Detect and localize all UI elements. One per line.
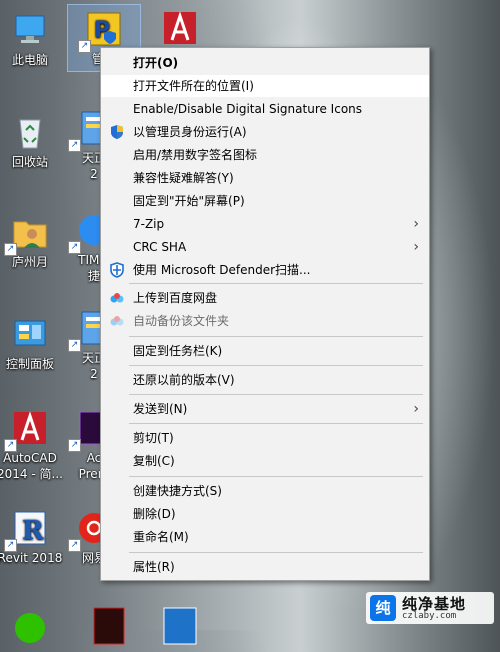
menu-item-create-shortcut[interactable]: 创建快捷方式(S) — [101, 480, 429, 502]
menu-item-toggle-signature-icons-en[interactable]: Enable/Disable Digital Signature Icons — [101, 98, 429, 120]
context-menu: 打开(O) 打开文件所在的位置(I) Enable/Disable Digita… — [100, 47, 430, 581]
menu-item-compatibility-troubleshoot[interactable]: 兼容性疑难解答(Y) — [101, 167, 429, 189]
menu-item-open[interactable]: 打开(O) — [101, 52, 429, 74]
menu-separator — [129, 394, 423, 395]
desktop-icon-revit[interactable]: R ↗ Revit 2018 — [0, 504, 66, 566]
menu-item-auto-backup-folder[interactable]: 自动备份该文件夹 — [101, 310, 429, 332]
menu-separator — [129, 423, 423, 424]
wechat-icon — [10, 608, 50, 648]
menu-item-copy[interactable]: 复制(C) — [101, 450, 429, 472]
menu-separator — [129, 336, 423, 337]
menu-item-toggle-signature-icons[interactable]: 启用/禁用数字签名图标 — [101, 144, 429, 166]
desktop-icon-luzhouyue[interactable]: ↗ 庐州月 — [0, 208, 66, 270]
watermark: 纯 纯净基地 czlaby.com — [366, 592, 494, 624]
user-folder-icon: ↗ — [4, 212, 50, 256]
revit-icon: R ↗ — [4, 508, 50, 552]
menu-item-upload-baidu[interactable]: 上传到百度网盘 — [101, 287, 429, 309]
desktop-icon-acrobat[interactable] — [72, 602, 144, 648]
desktop-icon-this-pc[interactable]: 此电脑 — [0, 6, 66, 68]
menu-item-rename[interactable]: 重命名(M) — [101, 526, 429, 548]
autocad-icon — [160, 8, 200, 48]
shortcut-arrow-icon: ↗ — [4, 439, 17, 452]
menu-item-pin-to-taskbar[interactable]: 固定到任务栏(K) — [101, 340, 429, 362]
desktop-icon-autocad-2[interactable] — [144, 4, 216, 50]
shortcut-arrow-icon: ↗ — [4, 243, 17, 256]
chevron-right-icon: › — [413, 401, 419, 417]
menu-item-send-to[interactable]: 发送到(N) › — [101, 398, 429, 420]
menu-separator — [129, 476, 423, 477]
cloud-app-icon — [160, 606, 200, 646]
baidu-netdisk-icon — [109, 290, 125, 306]
menu-separator — [129, 552, 423, 553]
shortcut-arrow-icon: ↗ — [78, 40, 91, 53]
menu-item-crc-sha[interactable]: CRC SHA › — [101, 236, 429, 258]
shortcut-arrow-icon: ↗ — [68, 439, 81, 452]
shortcut-arrow-icon: ↗ — [4, 539, 17, 552]
menu-item-7zip[interactable]: 7-Zip › — [101, 213, 429, 235]
watermark-url: czlaby.com — [402, 611, 457, 621]
shortcut-arrow-icon: ↗ — [68, 339, 81, 352]
recycle-bin-icon — [10, 112, 50, 152]
menu-item-cut[interactable]: 剪切(T) — [101, 427, 429, 449]
shortcut-arrow-icon: ↗ — [68, 539, 81, 552]
menu-separator — [129, 365, 423, 366]
menu-separator — [129, 283, 423, 284]
menu-item-restore-previous-versions[interactable]: 还原以前的版本(V) — [101, 369, 429, 391]
menu-item-defender-scan[interactable]: 使用 Microsoft Defender扫描... — [101, 259, 429, 281]
defender-shield-icon — [109, 262, 125, 278]
pdf-icon — [88, 606, 128, 646]
menu-item-run-as-admin[interactable]: 以管理员身份运行(A) — [101, 121, 429, 143]
watermark-logo: 纯 — [370, 595, 396, 621]
menu-item-open-file-location[interactable]: 打开文件所在的位置(I) — [101, 75, 429, 97]
computer-icon — [10, 10, 50, 50]
desktop-icon-wechat[interactable] — [0, 604, 66, 650]
desktop-icon-cloud-app[interactable] — [144, 602, 216, 648]
menu-item-pin-to-start[interactable]: 固定到"开始"屏幕(P) — [101, 190, 429, 212]
control-panel-icon — [10, 314, 50, 354]
desktop-icon-autocad[interactable]: ↗ AutoCAD 2014 - 简... — [0, 404, 66, 482]
shortcut-arrow-icon: ↗ — [68, 139, 81, 152]
app-shield-icon: P ↗ — [78, 9, 124, 53]
chevron-right-icon: › — [413, 216, 419, 232]
desktop-icon-recycle-bin[interactable]: 回收站 — [0, 108, 66, 170]
chevron-right-icon: › — [413, 239, 419, 255]
uac-shield-icon — [109, 124, 125, 140]
shortcut-arrow-icon: ↗ — [68, 241, 81, 254]
baidu-netdisk-icon — [109, 313, 125, 329]
desktop-icon-control-panel[interactable]: 控制面板 — [0, 310, 66, 372]
menu-item-delete[interactable]: 删除(D) — [101, 503, 429, 525]
menu-item-properties[interactable]: 属性(R) — [101, 556, 429, 578]
autocad-icon: ↗ — [4, 408, 50, 452]
svg-text:R: R — [22, 516, 44, 546]
